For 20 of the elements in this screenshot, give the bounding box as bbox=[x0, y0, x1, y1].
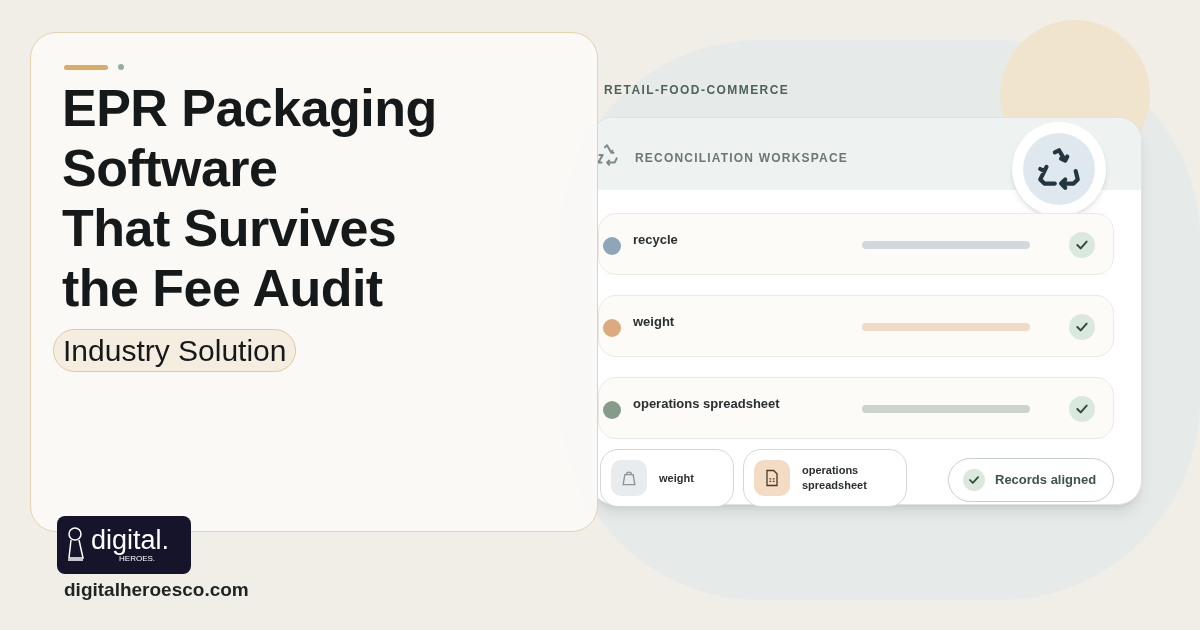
check-icon bbox=[963, 469, 985, 491]
document-icon bbox=[754, 460, 790, 496]
chip-label: operations spreadsheet bbox=[802, 463, 868, 493]
row-label: weight bbox=[633, 313, 675, 331]
check-icon bbox=[1069, 396, 1095, 422]
chip-label: weight bbox=[659, 470, 694, 486]
workspace-title: RECONCILIATION WORKSPACE bbox=[635, 150, 849, 167]
check-icon bbox=[1069, 314, 1095, 340]
check-icon bbox=[1069, 232, 1095, 258]
bag-icon bbox=[611, 460, 647, 496]
logo-text: digital. bbox=[91, 526, 170, 554]
logo-subtext: HEROES. bbox=[119, 554, 156, 564]
accent-bar bbox=[64, 64, 108, 70]
row-label: recycle bbox=[633, 231, 678, 249]
category-label: RETAIL-FOOD-COMMERCE bbox=[604, 82, 790, 99]
website-url: digitalheroesco.com bbox=[64, 578, 249, 602]
category-tag: Industry Solution bbox=[53, 329, 297, 372]
headline: EPR Packaging Software That Survives the Fee Audit bbox=[62, 78, 437, 318]
status-text: Records aligned bbox=[995, 471, 1097, 490]
row-label: operations spreadsheet bbox=[633, 395, 780, 413]
